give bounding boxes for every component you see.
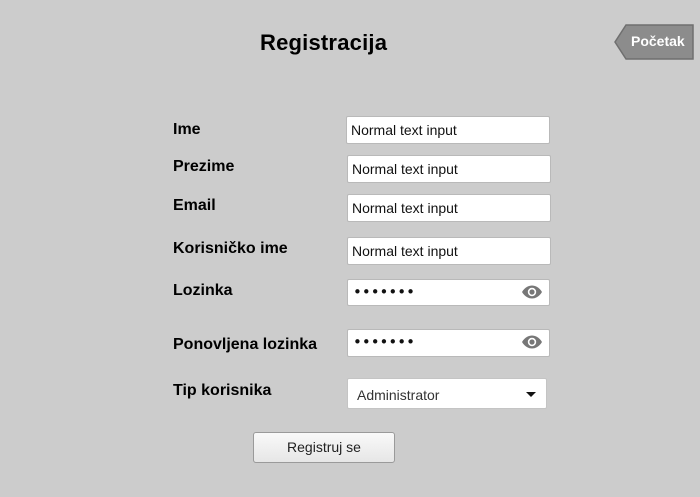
password-field[interactable]: •••••••: [347, 279, 550, 306]
username-label: Korisničko ime: [173, 240, 288, 257]
password-repeat-value: •••••••: [353, 333, 415, 351]
email-input[interactable]: [347, 194, 551, 222]
last-name-input[interactable]: [347, 155, 551, 183]
email-label: Email: [173, 197, 216, 214]
page-title: Registracija: [260, 30, 388, 55]
back-button[interactable]: Početak: [614, 24, 694, 60]
password-value: •••••••: [353, 283, 415, 301]
password-repeat-field[interactable]: •••••••: [347, 329, 550, 357]
first-name-label: Ime: [173, 121, 201, 138]
user-type-label: Tip korisnika: [173, 382, 272, 399]
username-input[interactable]: [347, 237, 551, 265]
password-label: Lozinka: [173, 282, 233, 299]
first-name-input[interactable]: [346, 116, 550, 144]
eye-icon[interactable]: [521, 285, 543, 299]
back-button-label: Početak: [631, 33, 685, 49]
eye-icon[interactable]: [521, 335, 543, 349]
chevron-down-icon: [526, 392, 536, 397]
register-button[interactable]: Registruj se: [253, 432, 395, 463]
password-repeat-label: Ponovljena lozinka: [173, 336, 318, 353]
last-name-label: Prezime: [173, 158, 235, 175]
user-type-selected-value: Administrator: [357, 387, 440, 403]
user-type-select[interactable]: Administrator: [347, 378, 547, 409]
